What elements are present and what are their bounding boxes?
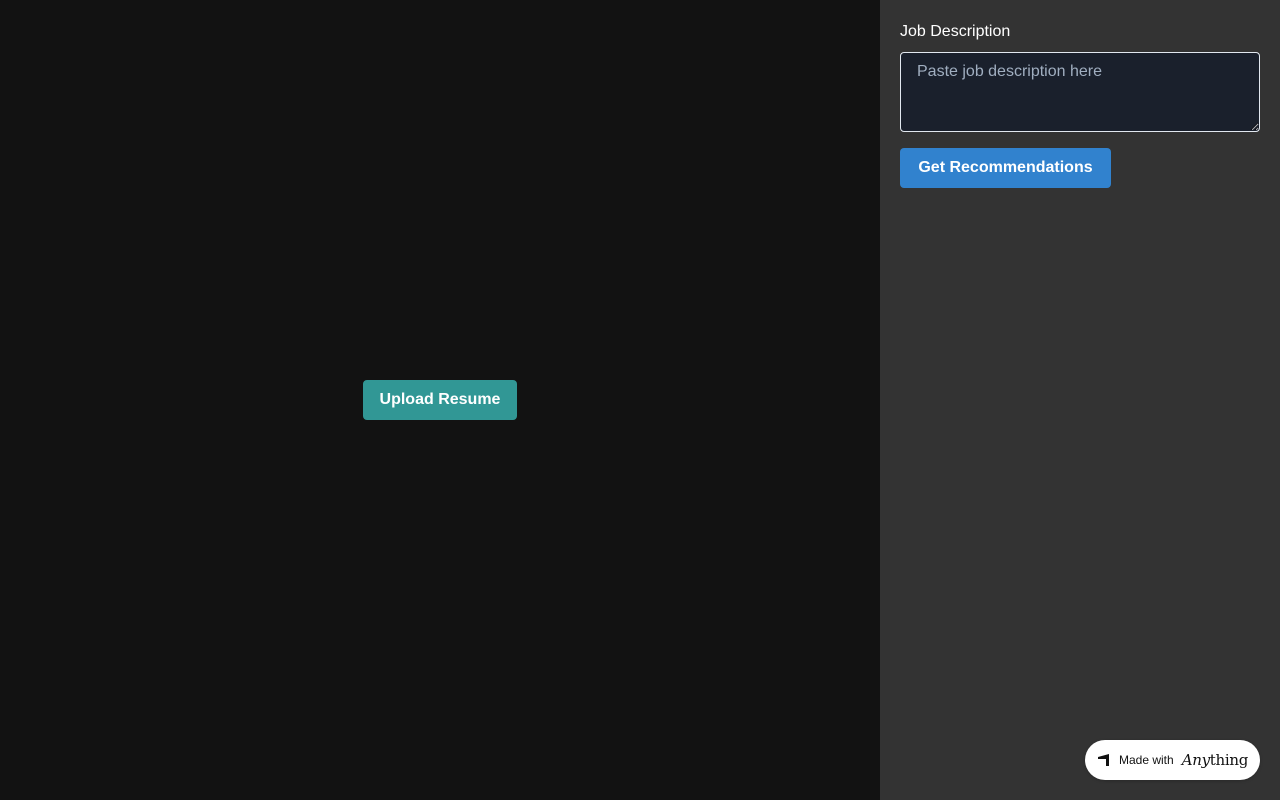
get-recommendations-button[interactable]: Get Recommendations (900, 148, 1111, 188)
anything-logo-icon (1097, 753, 1111, 767)
side-panel: Job Description Get Recommendations (880, 0, 1280, 800)
made-with-badge[interactable]: Made with Anything (1085, 740, 1260, 780)
badge-brand-suffix: thing (1209, 751, 1249, 769)
badge-brand-prefix: Any (1181, 751, 1210, 769)
upload-resume-button[interactable]: Upload Resume (363, 380, 517, 420)
made-with-text: Made with (1118, 753, 1174, 767)
badge-brand: Anything (1181, 751, 1249, 769)
main-area: Upload Resume (0, 0, 880, 800)
job-description-field[interactable] (900, 52, 1260, 132)
job-description-label: Job Description (900, 23, 1011, 40)
